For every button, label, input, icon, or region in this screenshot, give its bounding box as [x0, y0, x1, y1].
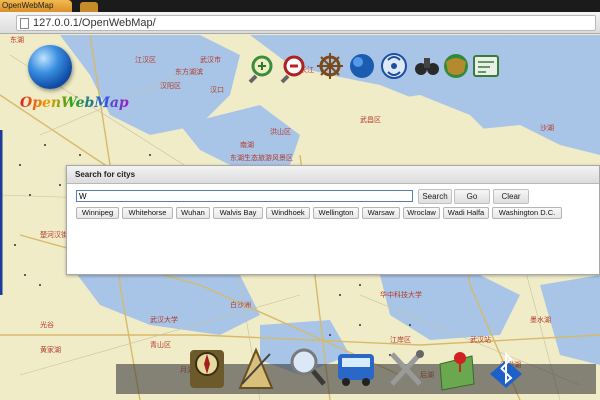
- map-label: 光谷: [40, 321, 54, 329]
- map-label: 沙湖: [540, 124, 554, 132]
- map-label: 汉阳区: [160, 82, 181, 90]
- gps-icon[interactable]: [381, 53, 407, 79]
- globe-icon[interactable]: [350, 54, 374, 78]
- city-result-button[interactable]: Walvis Bay: [213, 207, 263, 219]
- url-text: 127.0.0.1/OpenWebMap/: [33, 17, 156, 29]
- new-tab-button[interactable]: [80, 2, 98, 12]
- map-toolbar: [248, 52, 508, 84]
- map-label: 武汉大学: [150, 316, 178, 324]
- magnifier-icon[interactable]: [290, 348, 326, 386]
- city-result-button[interactable]: Winnipeg: [76, 207, 119, 219]
- address-bar: 127.0.0.1/OpenWebMap/: [0, 12, 600, 34]
- map-card-icon[interactable]: [473, 55, 499, 77]
- url-field[interactable]: 127.0.0.1/OpenWebMap/: [16, 15, 596, 31]
- tab-title: OpenWebMap: [2, 1, 54, 10]
- clear-button[interactable]: Clear: [493, 189, 529, 204]
- binoculars-icon[interactable]: [415, 58, 439, 75]
- map-label: 东湖生态旅游风景区: [230, 154, 293, 162]
- map-edge-markers: [0, 35, 4, 400]
- map-label: 江汉区: [135, 56, 156, 64]
- search-button[interactable]: Search: [418, 189, 452, 204]
- compass-icon[interactable]: [190, 350, 224, 388]
- map-label: 黄家湖: [40, 346, 61, 354]
- city-result-button[interactable]: Warsaw: [362, 207, 400, 219]
- map-label: 楚河汉街: [40, 231, 68, 239]
- map-label: 白沙洲: [230, 301, 251, 309]
- drafting-icon[interactable]: [238, 347, 274, 389]
- globe-logo-icon: [28, 45, 72, 89]
- map-pin-icon[interactable]: [439, 352, 475, 391]
- zoom-in-icon[interactable]: [248, 55, 273, 84]
- city-result-button[interactable]: Wellington: [313, 207, 359, 219]
- city-result-button[interactable]: Wadi Halfa: [443, 207, 489, 219]
- toolbar-icons: [248, 53, 499, 84]
- city-result-button[interactable]: Whitehorse: [122, 207, 173, 219]
- dock-icons: [190, 347, 522, 391]
- map-label: 南湖: [240, 141, 254, 149]
- city-results: Winnipeg Whitehorse Wuhan Walvis Bay Win…: [76, 207, 596, 221]
- map-label: 洪山区: [270, 128, 291, 136]
- browser-tab[interactable]: OpenWebMap: [0, 0, 72, 12]
- search-input[interactable]: [76, 190, 413, 202]
- city-result-button[interactable]: Windhoek: [266, 207, 310, 219]
- tools-icon[interactable]: [390, 350, 424, 386]
- map-label: 武昌区: [360, 116, 381, 124]
- map-label: 青山区: [150, 341, 171, 349]
- city-result-button[interactable]: Washington D.C.: [492, 207, 562, 219]
- map-label: 华中科技大学: [380, 291, 422, 299]
- city-result-button[interactable]: Wuhan: [176, 207, 210, 219]
- app-logo[interactable]: OpenWebMap: [20, 45, 129, 115]
- browser-tabbar: OpenWebMap: [0, 0, 600, 12]
- go-button[interactable]: Go: [454, 189, 490, 204]
- map-label: 墨水湖: [530, 316, 551, 324]
- search-panel-title: Search for citys: [67, 166, 599, 184]
- map-label: 汉口: [210, 86, 224, 94]
- layers-globe-icon[interactable]: [444, 54, 468, 78]
- map-label: 东方湖滨: [175, 68, 203, 76]
- bluetooth-icon[interactable]: [490, 351, 522, 388]
- page-icon: [20, 18, 29, 29]
- map-label: 武汉市: [200, 56, 221, 64]
- bus-icon[interactable]: [338, 354, 374, 386]
- map-label: 东湖: [10, 36, 24, 44]
- logo-text: OpenWebMap: [20, 95, 129, 111]
- city-result-button[interactable]: Wroclaw: [403, 207, 440, 219]
- ship-wheel-icon[interactable]: [317, 53, 343, 79]
- zoom-out-icon[interactable]: [280, 55, 305, 84]
- search-panel: Search for citys Search Go Clear Winnipe…: [66, 165, 600, 275]
